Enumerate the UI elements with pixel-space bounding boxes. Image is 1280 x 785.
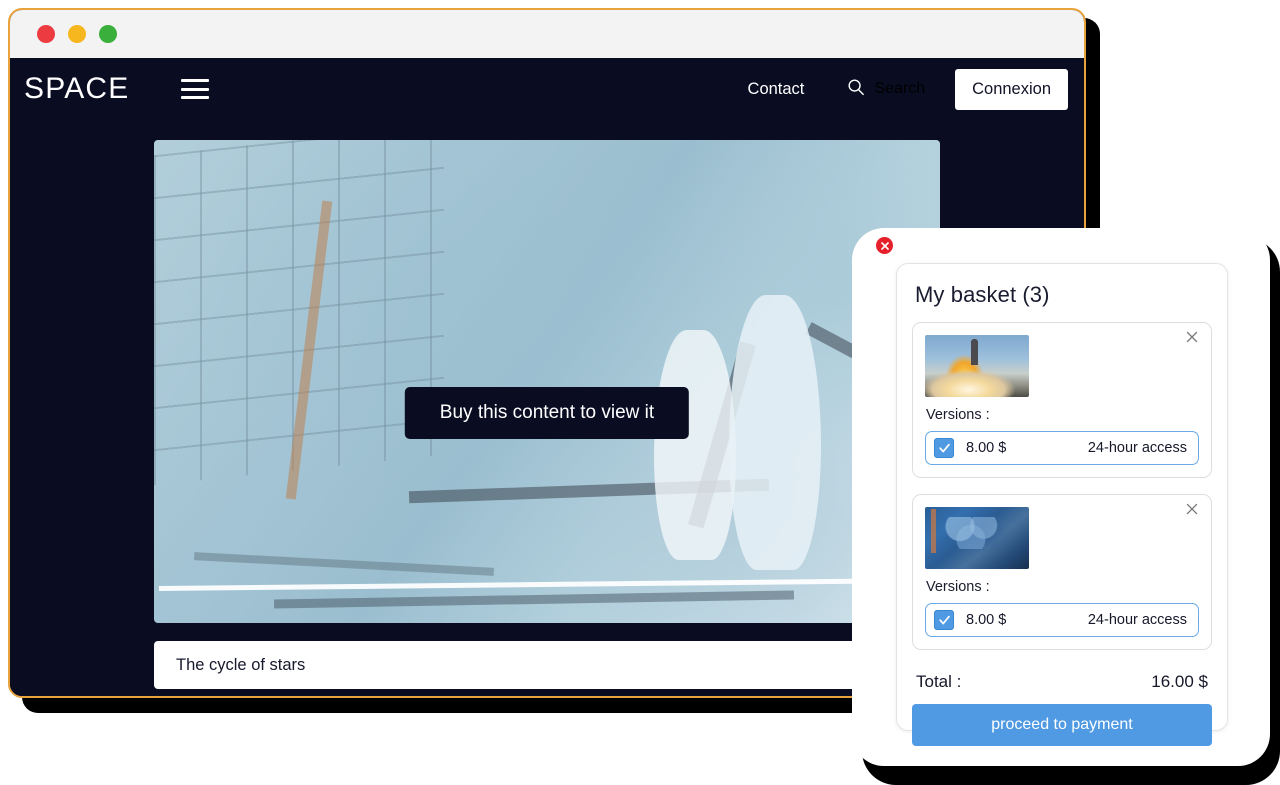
version-option-row[interactable]: 8.00 $ 24-hour access [925, 431, 1199, 465]
version-checkbox[interactable] [934, 438, 954, 458]
basket-item-thumbnail[interactable] [925, 507, 1029, 569]
media-photo [154, 140, 940, 623]
photo-rail [158, 577, 930, 592]
basket-item: Versions : 8.00 $ 24-hour access [912, 322, 1212, 478]
basket-total-row: Total : 16.00 $ [916, 672, 1208, 692]
site-navbar: SPACE Contact Search Connexion [10, 58, 1084, 120]
window-maximize-button[interactable] [99, 25, 117, 43]
content-title: The cycle of stars [176, 655, 306, 674]
hamburger-bar [181, 96, 210, 99]
screenshot-root: SPACE Contact Search Connexion Buy this … [0, 0, 1280, 785]
basket-item-thumbnail[interactable] [925, 335, 1029, 397]
photo-technician [729, 295, 821, 570]
total-label: Total : [916, 672, 962, 691]
basket-item: Versions : 8.00 $ 24-hour access [912, 494, 1212, 650]
nav-search[interactable]: Search [847, 78, 925, 101]
photo-beam [193, 552, 495, 576]
hamburger-bar [181, 79, 210, 82]
buy-content-button[interactable]: Buy this content to view it [404, 387, 690, 439]
close-circle-icon[interactable] [876, 237, 893, 254]
version-price: 8.00 $ [966, 440, 1007, 456]
proceed-to-payment-button[interactable]: proceed to payment [912, 704, 1212, 746]
login-button[interactable]: Connexion [955, 68, 1068, 110]
basket-card: My basket (3) Versions : 8.00 $ 24-hour … [896, 263, 1228, 746]
window-close-button[interactable] [37, 25, 55, 43]
basket-panel: My basket (3) Versions : 8.00 $ 24-hour … [852, 228, 1270, 766]
versions-label: Versions : [926, 579, 990, 595]
photo-beam [273, 590, 795, 609]
version-price: 8.00 $ [966, 612, 1007, 628]
search-icon [847, 78, 865, 101]
browser-titlebar [10, 10, 1084, 58]
versions-label: Versions : [926, 407, 990, 423]
photo-technician [654, 330, 736, 560]
version-checkbox[interactable] [934, 610, 954, 630]
nav-item-contact[interactable]: Contact [738, 74, 815, 105]
window-minimize-button[interactable] [68, 25, 86, 43]
hamburger-bar [181, 87, 210, 91]
hamburger-icon[interactable] [181, 79, 210, 99]
total-value: 16.00 $ [1151, 672, 1208, 691]
content-caption-bar: The cycle of stars [154, 641, 940, 689]
nav-search-label: Search [874, 80, 926, 97]
basket-title: My basket (3) [915, 282, 1050, 307]
close-icon[interactable] [1184, 329, 1202, 347]
close-icon[interactable] [1184, 501, 1202, 519]
version-access-label: 24-hour access [1087, 612, 1187, 628]
site-logo[interactable]: SPACE [24, 72, 129, 106]
version-access-label: 24-hour access [1087, 440, 1187, 456]
navbar-right-group: Contact Search Connexion [738, 68, 1068, 110]
content-media: Buy this content to view it [154, 140, 940, 623]
version-option-row[interactable]: 8.00 $ 24-hour access [925, 603, 1199, 637]
